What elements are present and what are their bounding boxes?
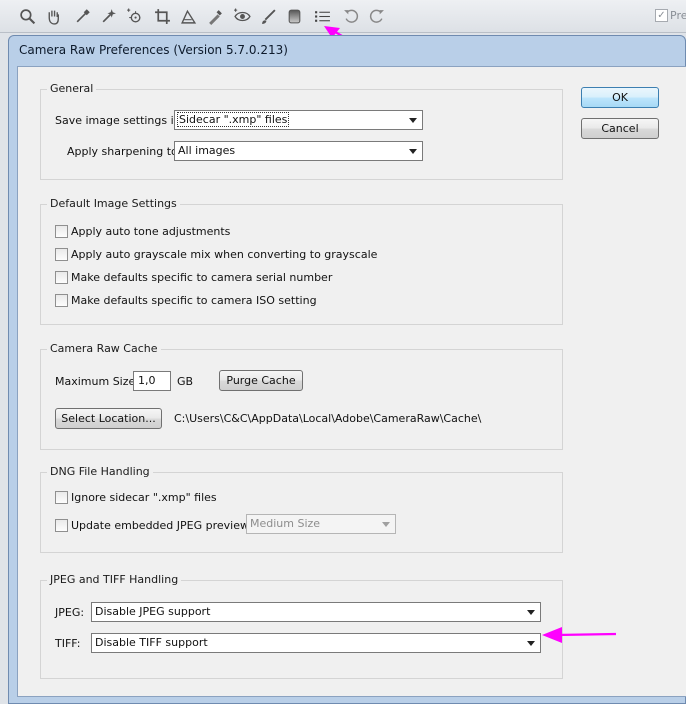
spot-removal-tool[interactable] xyxy=(205,6,225,26)
general-group-title: General xyxy=(47,82,97,95)
white-balance-icon xyxy=(76,8,90,22)
ok-button[interactable]: OK xyxy=(581,87,659,108)
select-location-button[interactable]: Select Location... xyxy=(55,408,162,429)
camera-raw-cache-title: Camera Raw Cache xyxy=(47,342,161,355)
cancel-button[interactable]: Cancel xyxy=(581,118,659,139)
preview-size-select[interactable]: Medium Size xyxy=(246,514,396,534)
save-settings-label: Save image settings in: xyxy=(55,114,185,127)
spot-removal-icon xyxy=(208,9,222,25)
max-size-input[interactable]: 1,0 xyxy=(133,371,171,391)
sharpening-value: All images xyxy=(178,144,236,157)
jpeg-label: JPEG: xyxy=(55,606,85,619)
tiff-handling-select[interactable]: Disable TIFF support xyxy=(91,633,541,653)
graduated-filter-tool[interactable] xyxy=(284,6,304,26)
dng-file-handling-group: DNG File Handling Ignore sidecar ".xmp" … xyxy=(40,465,563,553)
straighten-icon xyxy=(180,9,196,24)
red-eye-icon xyxy=(233,8,251,21)
auto-grayscale-label: Apply auto grayscale mix when converting… xyxy=(71,248,378,261)
dialog-title: Camera Raw Preferences (Version 5.7.0.21… xyxy=(19,43,288,57)
adjustment-brush-icon xyxy=(261,8,276,24)
tiff-label: TIFF: xyxy=(55,637,81,650)
auto-tone-checkbox[interactable] xyxy=(55,225,68,238)
zoom-tool[interactable] xyxy=(17,6,37,26)
auto-tone-label: Apply auto tone adjustments xyxy=(71,225,231,238)
white-balance-tool[interactable] xyxy=(72,6,92,26)
ignore-sidecar-checkbox[interactable] xyxy=(55,491,68,504)
adjustment-brush-tool[interactable] xyxy=(258,6,278,26)
save-settings-value: Sidecar ".xmp" files xyxy=(176,112,290,127)
jpeg-handling-value: Disable JPEG support xyxy=(95,605,211,618)
cache-path: C:\Users\C&C\AppData\Local\Adobe\CameraR… xyxy=(174,412,482,425)
preview-checkbox[interactable]: ✓ xyxy=(655,9,668,22)
jpeg-tiff-handling-group: JPEG and TIFF Handling JPEG: Disable JPE… xyxy=(40,573,563,679)
sharpening-select[interactable]: All images xyxy=(174,141,423,161)
tiff-handling-value: Disable TIFF support xyxy=(95,636,208,649)
preferences-dialog: Camera Raw Preferences (Version 5.7.0.21… xyxy=(8,35,686,704)
crop-icon xyxy=(154,8,170,24)
dng-file-handling-title: DNG File Handling xyxy=(47,465,153,478)
hand-tool[interactable] xyxy=(43,6,63,26)
max-size-unit: GB xyxy=(177,375,194,388)
crop-tool[interactable] xyxy=(152,6,172,26)
auto-grayscale-checkbox[interactable] xyxy=(55,248,68,261)
target-adjustment-icon xyxy=(126,8,141,23)
annotation-arrow-tiff xyxy=(542,627,617,643)
dialog-body: General Save image settings in: Sidecar … xyxy=(17,66,686,697)
target-adjustment-tool[interactable] xyxy=(124,6,144,26)
max-size-label: Maximum Size: xyxy=(55,375,139,388)
graduated-filter-icon xyxy=(288,9,300,23)
chevron-down-icon xyxy=(380,515,392,533)
default-image-settings-group: Default Image Settings Apply auto tone a… xyxy=(40,197,563,325)
straighten-tool[interactable] xyxy=(178,6,198,26)
chevron-down-icon xyxy=(407,111,419,129)
jpeg-handling-select[interactable]: Disable JPEG support xyxy=(91,602,541,622)
purge-cache-button[interactable]: Purge Cache xyxy=(219,370,303,391)
chevron-down-icon xyxy=(407,142,419,160)
jpeg-tiff-handling-title: JPEG and TIFF Handling xyxy=(47,573,182,586)
serial-number-label: Make defaults specific to camera serial … xyxy=(71,271,333,284)
ignore-sidecar-label: Ignore sidecar ".xmp" files xyxy=(71,491,217,504)
chevron-down-icon xyxy=(525,603,537,621)
hand-icon xyxy=(48,10,59,25)
preview-size-value: Medium Size xyxy=(250,517,321,530)
zoom-icon xyxy=(19,8,35,24)
general-group: General Save image settings in: Sidecar … xyxy=(40,82,563,180)
update-previews-checkbox[interactable] xyxy=(55,519,68,532)
iso-setting-checkbox[interactable] xyxy=(55,294,68,307)
save-settings-select[interactable]: Sidecar ".xmp" files xyxy=(174,110,423,130)
sharpening-label: Apply sharpening to: xyxy=(67,145,182,158)
default-image-settings-title: Default Image Settings xyxy=(47,197,180,210)
chevron-down-icon xyxy=(525,634,537,652)
preview-label: Pre xyxy=(670,9,686,22)
update-previews-label: Update embedded JPEG previews: xyxy=(71,519,259,532)
iso-setting-label: Make defaults specific to camera ISO set… xyxy=(71,294,317,307)
serial-number-checkbox[interactable] xyxy=(55,271,68,284)
camera-raw-cache-group: Camera Raw Cache Maximum Size: 1,0 GB Pu… xyxy=(40,342,563,450)
red-eye-tool[interactable] xyxy=(232,6,252,26)
color-sampler-tool[interactable] xyxy=(98,6,118,26)
color-sampler-icon xyxy=(102,8,116,22)
